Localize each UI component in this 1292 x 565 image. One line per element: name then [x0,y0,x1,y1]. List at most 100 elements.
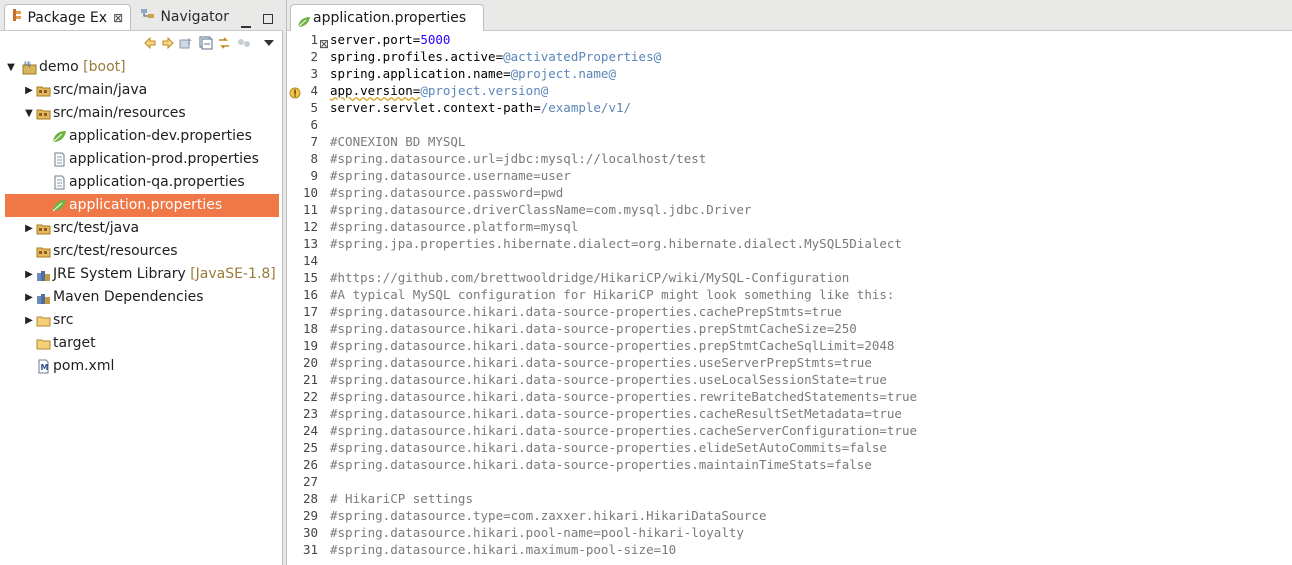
property-key: server.port= [330,32,421,47]
tree-item-label: src/test/resources [53,243,178,259]
back-arrow-icon[interactable] [143,36,157,50]
tree-item-label: application-dev.properties [69,128,252,144]
forward-arrow-icon[interactable] [161,36,175,50]
code-line: 30 #spring.datasource.hikari.pool-name=po… [287,524,1292,541]
code-line: 1 server.port=5000 [287,31,1292,48]
code-line: 14 [287,252,1292,269]
tree-item-maven-dependencies[interactable]: ▶ Maven Dependencies [0,286,282,309]
tab-package-explorer[interactable]: Package Ex ⊠ [4,4,131,30]
tree-item-label: src/test/java [53,220,140,236]
maven-file-icon: M [36,359,51,374]
package-explorer-icon [11,5,23,31]
line-number: 3 [310,66,318,81]
source-folder-icon [36,83,51,98]
collapsed-arrow-icon[interactable]: ▶ [24,79,34,102]
filters-icon[interactable] [237,36,251,50]
view-controls [234,9,273,28]
tree-item-application-dev-properties[interactable]: application-dev.properties [0,125,282,148]
tree-item-src-main-resources[interactable]: ▼ src/main/resources [0,102,282,125]
code-line: 7 #CONEXION BD MYSQL [287,133,1292,150]
comment-text: #spring.datasource.hikari.data-source-pr… [330,304,842,319]
code-line: 21 #spring.datasource.hikari.data-source-… [287,371,1292,388]
file-icon [52,152,67,167]
line-number: 25 [302,440,318,455]
code-line: 2 spring.profiles.active=@activatedProper… [287,48,1292,65]
property-entry: app.version=@project.version@ [330,82,548,99]
line-number: 29 [302,508,318,523]
comment-text: #spring.datasource.hikari.maximum-pool-s… [330,542,677,557]
tree-item-demo[interactable]: ▼ M Jdemo [boot] [0,56,282,79]
close-icon[interactable]: ⊠ [113,11,123,25]
code-line: 29 #spring.datasource.type=com.zaxxer.hik… [287,507,1292,524]
collapse-all-icon[interactable] [199,36,213,50]
tree-item-src-test-java[interactable]: ▶ src/test/java [0,217,282,240]
tab-navigator-label: Navigator [160,9,229,25]
expanded-arrow-icon[interactable]: ▼ [6,56,16,79]
line-number: 11 [302,202,318,217]
view-menu-icon[interactable] [262,36,276,50]
tree-item-jre-system-library[interactable]: ▶ JRE System Library [JavaSE-1.8] [0,263,282,286]
source-folder-icon [36,244,51,259]
code-line: 27 [287,473,1292,490]
line-number: 18 [302,321,318,336]
code-line: 17 #spring.datasource.hikari.data-source-… [287,303,1292,320]
code-line: 19 #spring.datasource.hikari.data-source-… [287,337,1292,354]
comment-text: #spring.datasource.hikari.data-source-pr… [330,355,872,370]
folder-icon [36,313,51,328]
tree-item-src-test-resources[interactable]: src/test/resources [0,240,282,263]
expanded-arrow-icon[interactable]: ▼ [24,102,34,125]
code-line: 16 #A typical MySQL configuration for Hik… [287,286,1292,303]
collapsed-arrow-icon[interactable]: ▶ [24,309,34,332]
tree-item-application-qa-properties[interactable]: application-qa.properties [0,171,282,194]
property-key: app.version= [330,83,421,98]
line-number: 24 [302,423,318,438]
code-editor[interactable]: 1 server.port=5000 2 spring.profiles.active… [287,31,1292,565]
property-entry: spring.profiles.active=@activatedPropert… [330,48,661,65]
code-line: 18 #spring.datasource.hikari.data-source-… [287,320,1292,337]
tree-item-label: JRE System Library [53,266,186,282]
link-with-editor-icon[interactable] [217,36,231,50]
property-key: server.servlet.context-path= [330,100,541,115]
line-number: 12 [302,219,318,234]
tree-item-application-properties[interactable]: application.properties [5,194,279,217]
editor-tab-label: application.properties [313,10,467,26]
comment-text: #spring.datasource.hikari.data-source-pr… [330,338,895,353]
code-line: 8 #spring.datasource.url=jdbc:mysql://loc… [287,150,1292,167]
collapsed-arrow-icon[interactable]: ▶ [24,286,34,309]
code-line: 23 #spring.datasource.hikari.data-source-… [287,405,1292,422]
comment-text: #spring.jpa.properties.hibernate.dialect… [330,236,902,251]
editor-tab-application-properties[interactable]: application.properties ⊠ [290,4,484,51]
spring-leaf-icon [52,198,67,213]
tree-item-src-main-java[interactable]: ▶ src/main/java [0,79,282,102]
library-icon [36,290,51,305]
maximize-button[interactable] [263,14,273,24]
line-number: 5 [310,100,318,115]
line-number: 21 [302,372,318,387]
library-icon [36,267,51,282]
tree-item-application-prod-properties[interactable]: application-prod.properties [0,148,282,171]
line-number: 8 [310,151,318,166]
comment-text: #spring.datasource.hikari.data-source-pr… [330,406,902,421]
comment-text: #spring.datasource.platform=mysql [330,219,579,234]
tree-item-label: Maven Dependencies [53,289,204,305]
line-number: 20 [302,355,318,370]
property-key: spring.application.name= [330,66,511,81]
left-tab-bar: Package Ex ⊠ Navigator [0,0,283,31]
comment-text: #spring.datasource.url=jdbc:mysql://loca… [330,151,707,166]
collapsed-arrow-icon[interactable]: ▶ [24,217,34,240]
minimize-button[interactable] [240,25,251,28]
code-line: 5 server.servlet.context-path=/example/v1… [287,99,1292,116]
comment-text: #https://github.com/brettwooldridge/Hika… [330,270,850,285]
tab-package-explorer-label: Package Ex [27,10,108,26]
navigator-icon [140,4,156,30]
line-number: 23 [302,406,318,421]
comment-text: #spring.datasource.driverClassName=com.m… [330,202,752,217]
up-folder-icon[interactable] [179,36,193,50]
comment-text: #spring.datasource.hikari.data-source-pr… [330,389,917,404]
tree-item-label: application.properties [69,197,223,213]
collapsed-arrow-icon[interactable]: ▶ [24,263,34,286]
tree-item-label: target [53,335,96,351]
tree-item-src[interactable]: ▶ src [0,309,282,332]
tree-item-pom-xml[interactable]: Mpom.xml [0,355,282,378]
tree-item-target[interactable]: target [0,332,282,355]
